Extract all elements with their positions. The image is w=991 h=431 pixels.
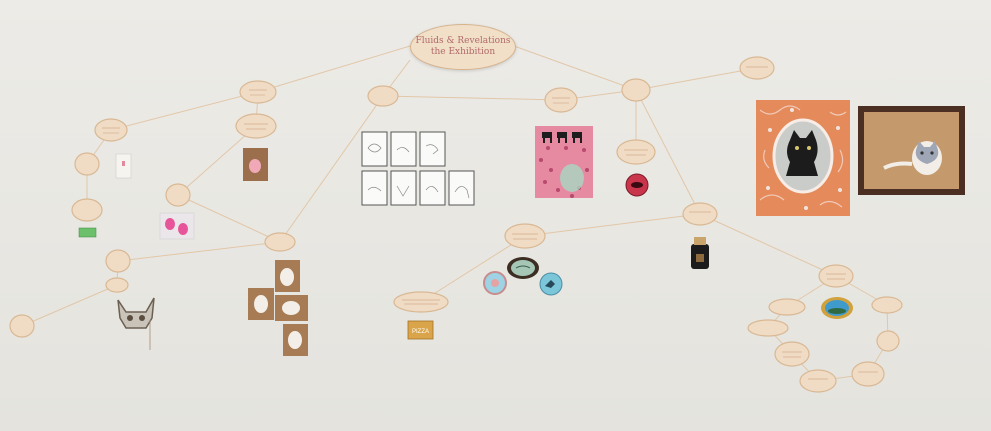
tag: [94, 118, 128, 142]
tag: [74, 152, 100, 176]
green-sticker: [78, 227, 97, 238]
title-tag: Fluids & Revelations the Exhibition: [410, 24, 516, 70]
black-bottle: [691, 237, 709, 269]
blue-pins: [483, 257, 563, 296]
tag: [768, 298, 806, 316]
pizza-tile: PIZZA: [407, 320, 434, 340]
pink-mark: [122, 161, 125, 166]
svg-text:PIZZA: PIZZA: [412, 329, 429, 335]
framed-cat-drawing: [858, 106, 965, 195]
tag: [747, 319, 789, 337]
tag: [71, 198, 103, 222]
tag: [504, 223, 546, 249]
pink-spot-drawing: [159, 212, 195, 240]
oval-blue-brooch: [821, 297, 853, 319]
tag: [621, 78, 651, 102]
tag: [818, 264, 854, 288]
title-line-2: the Exhibition: [430, 47, 496, 57]
tag: [616, 139, 656, 165]
tag: [105, 277, 129, 293]
cat-sketch-cards: [361, 131, 475, 206]
tag: [105, 249, 131, 273]
tag: [239, 80, 277, 104]
pink-spotted-painting: [535, 126, 593, 198]
pink-blossom: [249, 159, 261, 173]
title-line-1: Fluids & Revelations: [415, 36, 511, 46]
black-cat-portrait: [756, 100, 850, 216]
tag: [393, 291, 449, 313]
tag: [9, 314, 35, 338]
tag: [774, 341, 810, 367]
tag: [876, 330, 900, 352]
tag: [851, 361, 885, 387]
tag: [739, 56, 775, 80]
kraft-cutout-panels: [248, 260, 308, 356]
tag: [871, 296, 903, 314]
tag: [264, 232, 296, 252]
cat-head-pin: [117, 297, 155, 350]
tag: [235, 113, 277, 139]
tag: [682, 202, 718, 226]
red-lips-pin: [625, 173, 649, 197]
tag: [544, 87, 578, 113]
tag: [799, 369, 837, 393]
tag: [367, 85, 399, 107]
tag: [165, 183, 191, 207]
